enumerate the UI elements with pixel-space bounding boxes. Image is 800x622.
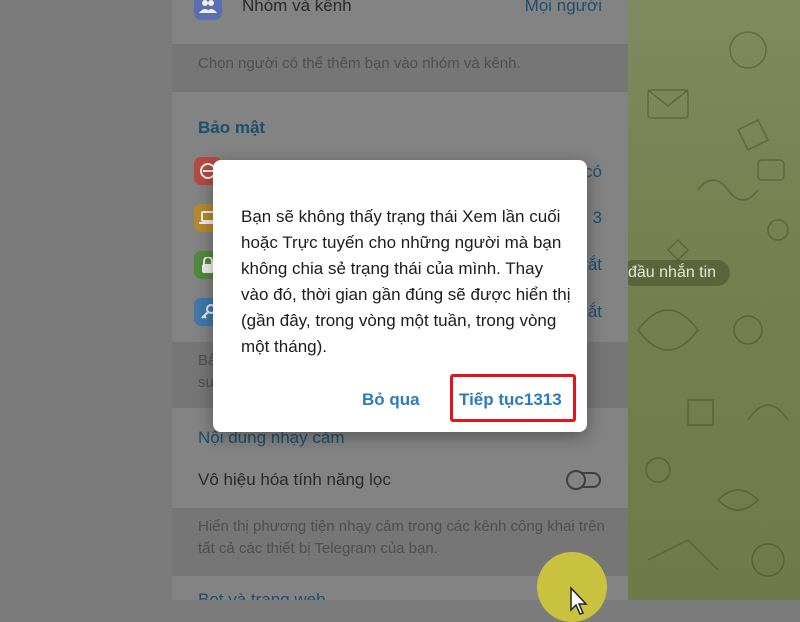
chat-wallpaper xyxy=(628,0,800,600)
groups-hint: Chọn người có thể thêm bạn vào nhóm và k… xyxy=(198,55,521,72)
cursor-icon xyxy=(570,586,588,615)
filter-hint: Hiển thị phương tiện nhạy cảm trong các … xyxy=(198,518,605,557)
left-backdrop xyxy=(0,0,172,600)
disable-filter-toggle[interactable] xyxy=(566,470,601,490)
wallpaper-doodles xyxy=(637,31,789,577)
security-title: Bảo mật xyxy=(198,118,266,137)
skip-button[interactable]: Bỏ qua xyxy=(362,390,420,410)
chat-hint-bubble: đầu nhắn tin xyxy=(620,260,731,286)
fab-button[interactable] xyxy=(537,552,607,622)
users-icon xyxy=(194,0,222,20)
groups-hint-section: Chọn người có thể thêm bạn vào nhóm và k… xyxy=(172,44,628,92)
groups-and-channels-value: Mọi người xyxy=(524,0,602,15)
disable-filter-label: Vô hiệu hóa tính năng lọc xyxy=(198,470,391,489)
security-hint-line2: su xyxy=(198,374,214,391)
groups-and-channels-label: Nhóm và kênh xyxy=(242,0,352,15)
dialog-message: Bạn sẽ không thấy trạng thái Xem lần cuố… xyxy=(241,207,571,356)
bots-and-websites-title: Bot và trang web xyxy=(198,590,326,600)
toggle-knob xyxy=(566,470,586,490)
security-row-2-value[interactable]: 3 xyxy=(593,208,602,228)
continue-highlight-box xyxy=(450,374,576,422)
groups-and-channels-row[interactable]: Nhóm và kênh Mọi người xyxy=(172,0,628,44)
